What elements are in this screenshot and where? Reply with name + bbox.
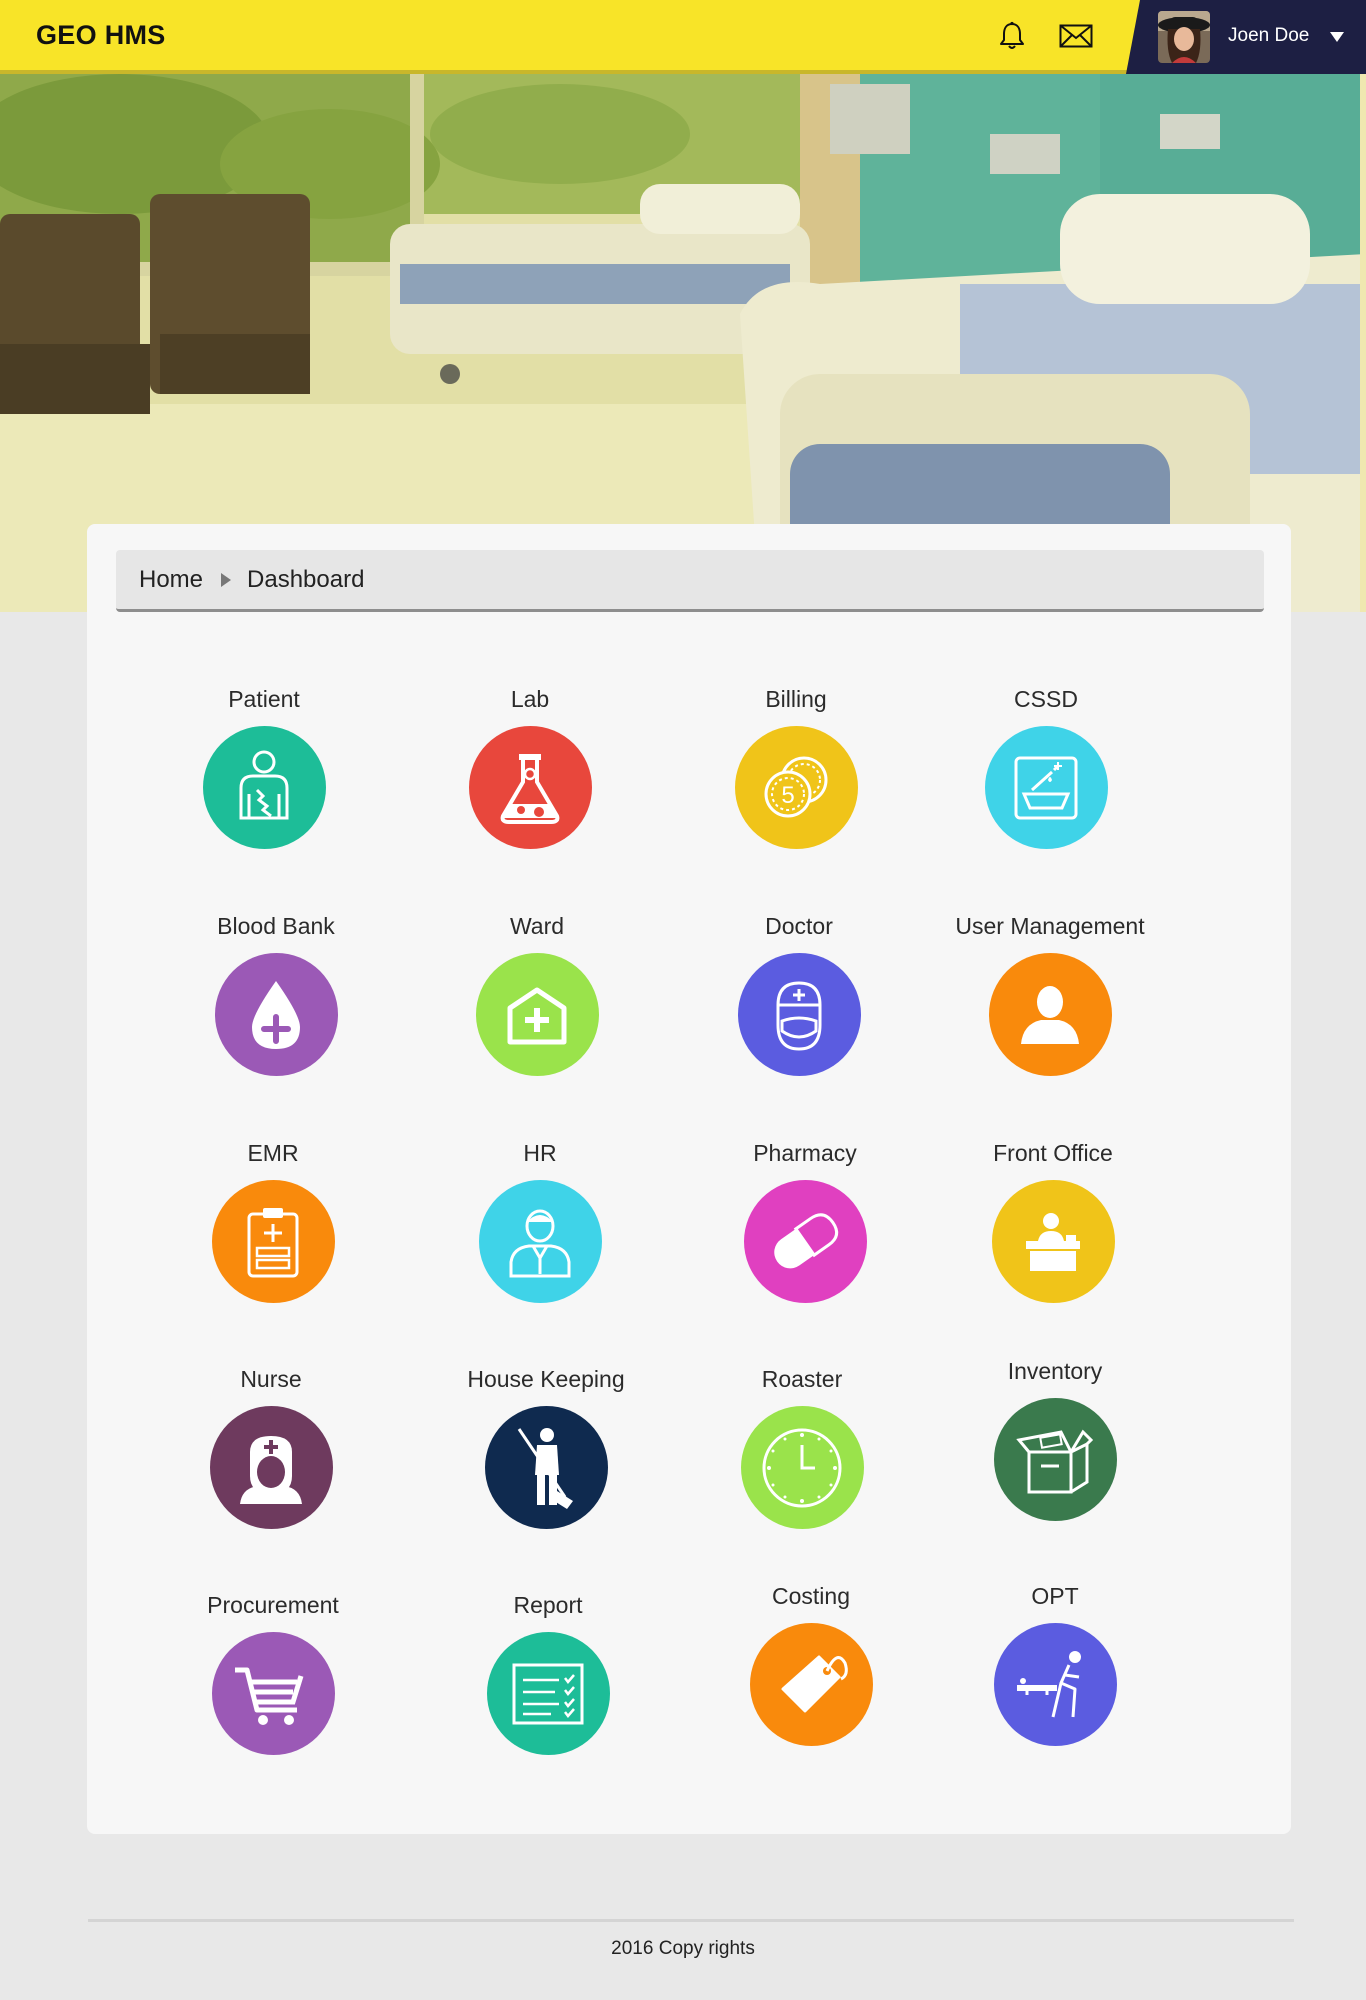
coins-icon: 5 xyxy=(734,726,858,849)
breadcrumb: Home Dashboard xyxy=(116,550,1264,612)
module-house-keeping[interactable]: House Keeping xyxy=(421,1364,671,1529)
reception-desk-icon xyxy=(991,1180,1115,1303)
module-label: Blood Bank xyxy=(217,913,335,939)
svg-text:5: 5 xyxy=(781,782,794,809)
nurse-icon xyxy=(209,1406,333,1529)
pill-icon xyxy=(743,1180,867,1303)
module-hr[interactable]: HR xyxy=(415,1138,665,1303)
module-lab[interactable]: Lab xyxy=(405,684,655,849)
module-label: Front Office xyxy=(993,1140,1113,1166)
module-procurement[interactable]: Procurement xyxy=(148,1590,398,1755)
module-cssd[interactable]: CSSD xyxy=(921,684,1171,849)
app-title[interactable]: GEO HMS xyxy=(36,20,166,51)
module-label: User Management xyxy=(955,913,1145,939)
operation-theatre-icon xyxy=(993,1623,1117,1746)
price-tag-icon xyxy=(749,1623,873,1746)
top-bar: GEO HMS Joen Doe xyxy=(0,0,1366,74)
dashboard-card: Home Dashboard Patient Lab Billing 5 CSS… xyxy=(87,524,1291,1834)
module-nurse[interactable]: Nurse xyxy=(146,1364,396,1529)
patient-icon xyxy=(202,726,326,849)
module-label: EMR xyxy=(247,1140,299,1166)
module-costing[interactable]: Costing xyxy=(686,1581,936,1746)
janitor-icon xyxy=(484,1406,608,1529)
module-patient[interactable]: Patient xyxy=(139,684,389,849)
avatar[interactable] xyxy=(1158,11,1210,63)
blood-drop-icon xyxy=(214,953,338,1076)
breadcrumb-home[interactable]: Home xyxy=(139,566,203,594)
cart-icon xyxy=(211,1632,335,1755)
module-label: Patient xyxy=(228,686,300,712)
breadcrumb-current: Dashboard xyxy=(247,565,365,593)
module-label: House Keeping xyxy=(467,1366,625,1392)
medical-record-icon xyxy=(211,1180,335,1303)
module-pharmacy[interactable]: Pharmacy xyxy=(680,1138,930,1303)
module-emr[interactable]: EMR xyxy=(148,1138,398,1303)
module-label: Doctor xyxy=(765,913,833,939)
module-blood-bank[interactable]: Blood Bank xyxy=(151,911,401,1076)
box-icon xyxy=(993,1398,1117,1521)
module-label: HR xyxy=(523,1140,557,1166)
module-label: CSSD xyxy=(1014,686,1078,712)
module-label: Lab xyxy=(510,686,550,712)
module-doctor[interactable]: Doctor xyxy=(674,911,924,1076)
footer-divider xyxy=(88,1919,1294,1922)
clock-icon xyxy=(740,1406,864,1529)
module-report[interactable]: Report xyxy=(423,1590,673,1755)
module-label: Report xyxy=(513,1592,583,1618)
envelope-icon[interactable] xyxy=(1056,18,1096,54)
chevron-right-icon xyxy=(221,572,232,587)
module-label: Nurse xyxy=(240,1366,302,1392)
module-label: Inventory xyxy=(1007,1358,1103,1384)
module-label: Ward xyxy=(509,913,565,939)
flask-icon xyxy=(468,726,592,849)
user-menu[interactable]: Joen Doe xyxy=(1126,0,1366,74)
sterilization-tray-icon xyxy=(984,726,1108,849)
user-icon xyxy=(988,953,1112,1076)
module-opt[interactable]: OPT xyxy=(930,1581,1180,1746)
module-billing[interactable]: Billing 5 xyxy=(671,684,921,849)
footer-copyright: 2016 Copy rights xyxy=(611,1938,755,1959)
module-label: Costing xyxy=(772,1583,850,1609)
employee-icon xyxy=(478,1180,602,1303)
module-label: OPT xyxy=(1031,1583,1079,1609)
module-label: Procurement xyxy=(207,1592,339,1618)
doctor-icon xyxy=(737,953,861,1076)
module-ward[interactable]: Ward xyxy=(412,911,662,1076)
bell-icon[interactable] xyxy=(994,18,1030,54)
ward-house-icon xyxy=(475,953,599,1076)
module-roaster[interactable]: Roaster xyxy=(677,1364,927,1529)
report-checklist-icon xyxy=(486,1632,610,1755)
module-user-management[interactable]: User Management xyxy=(925,911,1175,1076)
module-label: Roaster xyxy=(761,1366,843,1392)
module-front-office[interactable]: Front Office xyxy=(928,1138,1178,1303)
module-label: Pharmacy xyxy=(753,1140,857,1166)
module-inventory[interactable]: Inventory xyxy=(930,1356,1180,1521)
user-name[interactable]: Joen Doe xyxy=(1228,25,1309,47)
chevron-down-icon[interactable] xyxy=(1330,32,1344,42)
module-label: Billing xyxy=(765,686,827,712)
